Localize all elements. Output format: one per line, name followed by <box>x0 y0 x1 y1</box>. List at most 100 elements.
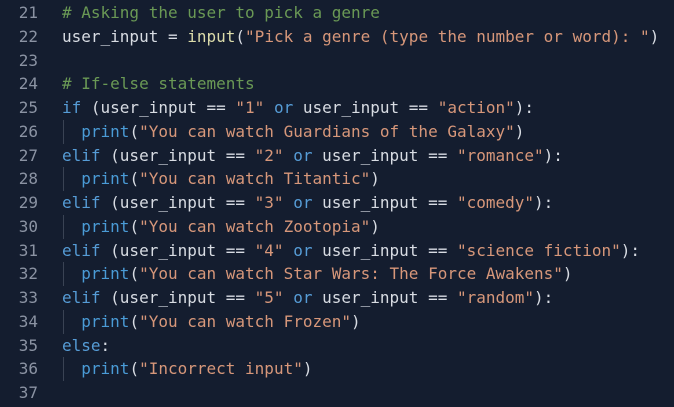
token-plain: user_input == <box>312 240 457 260</box>
token-keyword: elif <box>62 145 101 165</box>
token-string: "romance" <box>456 145 544 165</box>
token-keyword: else <box>62 335 101 355</box>
token-string: "science fiction" <box>456 240 621 260</box>
line-number: 27 <box>18 145 38 165</box>
token-string: "You can watch Zootopia" <box>139 216 371 236</box>
code-line[interactable]: 24 # If-else statements <box>0 72 674 96</box>
token-keyword: elif <box>62 193 101 212</box>
code-line[interactable]: 26 print("You can watch Guardians of the… <box>0 119 674 144</box>
token-keyword: elif <box>62 288 101 307</box>
line-number: 34 <box>18 311 38 331</box>
token-plain: ) <box>370 169 380 189</box>
code-line[interactable]: 27 elif (user_input == "2" or user_input … <box>0 144 674 168</box>
token-string: "Incorrect input" <box>139 359 303 379</box>
code-line[interactable]: 37 <box>0 381 674 405</box>
code-text: elif (user_input == "4" or user_input ==… <box>62 239 640 263</box>
token-plain: ): <box>534 288 554 307</box>
token-builtin: print <box>81 121 130 141</box>
code-text: elif (user_input == "5" or user_input ==… <box>62 286 553 310</box>
token-plain: ): <box>620 240 640 260</box>
token-plain: ( <box>129 264 140 284</box>
token-plain: ( <box>129 121 140 141</box>
token-func: input <box>187 26 236 46</box>
token-plain: ) <box>514 121 525 141</box>
code-text: user_input = input("Pick a genre (type t… <box>62 25 659 49</box>
line-number: 23 <box>18 50 38 70</box>
code-editor[interactable]: 21 # Asking the user to pick a genre 22 use… <box>0 0 674 407</box>
line-number: 35 <box>18 335 38 355</box>
code-text: else: <box>62 334 110 358</box>
code-line[interactable]: 35 else: <box>0 334 674 358</box>
token-plain: (user_input == <box>100 288 255 307</box>
code-line[interactable]: 28 print("You can watch Titantic") <box>0 167 674 192</box>
code-text: if (user_input == "1" or user_input == "… <box>62 96 534 120</box>
line-number: 21 <box>18 3 38 22</box>
token-string: "5" <box>254 288 284 307</box>
code-text: elif (user_input == "3" or user_input ==… <box>62 191 553 215</box>
code-line[interactable]: 31 elif (user_input == "4" or user_input … <box>0 239 674 263</box>
token-plain: ( <box>129 359 140 379</box>
token-plain: ( <box>129 216 140 236</box>
code-text: # Asking the user to pick a genre <box>62 1 380 25</box>
token-plain: ): <box>514 98 535 117</box>
line-number: 24 <box>18 74 38 94</box>
code-line[interactable]: 25 if (user_input == "1" or user_input ==… <box>0 96 674 120</box>
token-plain: ) <box>370 216 380 236</box>
code-text: print("You can watch Star Wars: The Forc… <box>62 262 573 286</box>
token-plain: user_input == <box>312 193 457 212</box>
code-line[interactable]: 29 elif (user_input == "3" or user_input … <box>0 191 674 215</box>
token-builtin: print <box>81 169 130 189</box>
code-line[interactable]: 34 print("You can watch Frozen") <box>0 309 674 334</box>
code-line[interactable]: 22 user_input = input("Pick a genre (type… <box>0 25 674 49</box>
code-text: print("You can watch Guardians of the Ga… <box>62 120 524 144</box>
token-string: "You can watch Titantic" <box>139 169 371 189</box>
token-plain: ) <box>351 311 361 331</box>
token-builtin: print <box>81 311 130 331</box>
token-builtin: print <box>81 264 130 284</box>
token-string: "1" <box>235 98 265 117</box>
token-plain: ( <box>129 311 140 331</box>
code-line[interactable]: 23 <box>0 49 674 73</box>
code-line[interactable]: 30 print("You can watch Zootopia") <box>0 214 674 239</box>
line-number: 32 <box>18 264 38 284</box>
token-keyword: or <box>293 240 313 260</box>
token-plain: ) <box>649 26 660 46</box>
token-plain: ( <box>129 169 140 189</box>
token-string: "comedy" <box>456 193 535 212</box>
token-plain: (user_input == <box>100 193 255 212</box>
line-number: 22 <box>18 26 38 46</box>
token-string: "You can watch Frozen" <box>139 311 351 331</box>
code-text: elif (user_input == "2" or user_input ==… <box>62 144 563 168</box>
token-plain: user_input == <box>293 98 438 117</box>
line-number: 26 <box>18 121 38 141</box>
token-plain: user_input == <box>312 288 457 307</box>
token-string: "3" <box>254 193 284 212</box>
token-builtin: print <box>81 359 130 379</box>
token-plain: (user_input == <box>100 240 255 260</box>
line-number: 36 <box>18 359 38 379</box>
line-number: 30 <box>18 216 38 236</box>
token-string: "action" <box>437 98 515 117</box>
line-number: 33 <box>18 288 38 307</box>
code-line[interactable]: 33 elif (user_input == "5" or user_input … <box>0 286 674 310</box>
token-keyword: or <box>293 288 313 307</box>
code-line[interactable]: 21 # Asking the user to pick a genre <box>0 1 674 25</box>
line-number: 29 <box>18 193 38 212</box>
token-plain: ): <box>534 193 554 212</box>
code-text: print("Incorrect input") <box>62 357 312 381</box>
token-plain: ): <box>543 145 563 165</box>
code-line[interactable]: 36 print("Incorrect input") <box>0 357 674 382</box>
token-string: "Pick a genre (type the number or word):… <box>245 26 650 46</box>
code-line[interactable]: 32 print("You can watch Star Wars: The F… <box>0 262 674 287</box>
token-comment: # If-else statements <box>62 74 255 94</box>
token-plain: ) <box>562 264 573 284</box>
